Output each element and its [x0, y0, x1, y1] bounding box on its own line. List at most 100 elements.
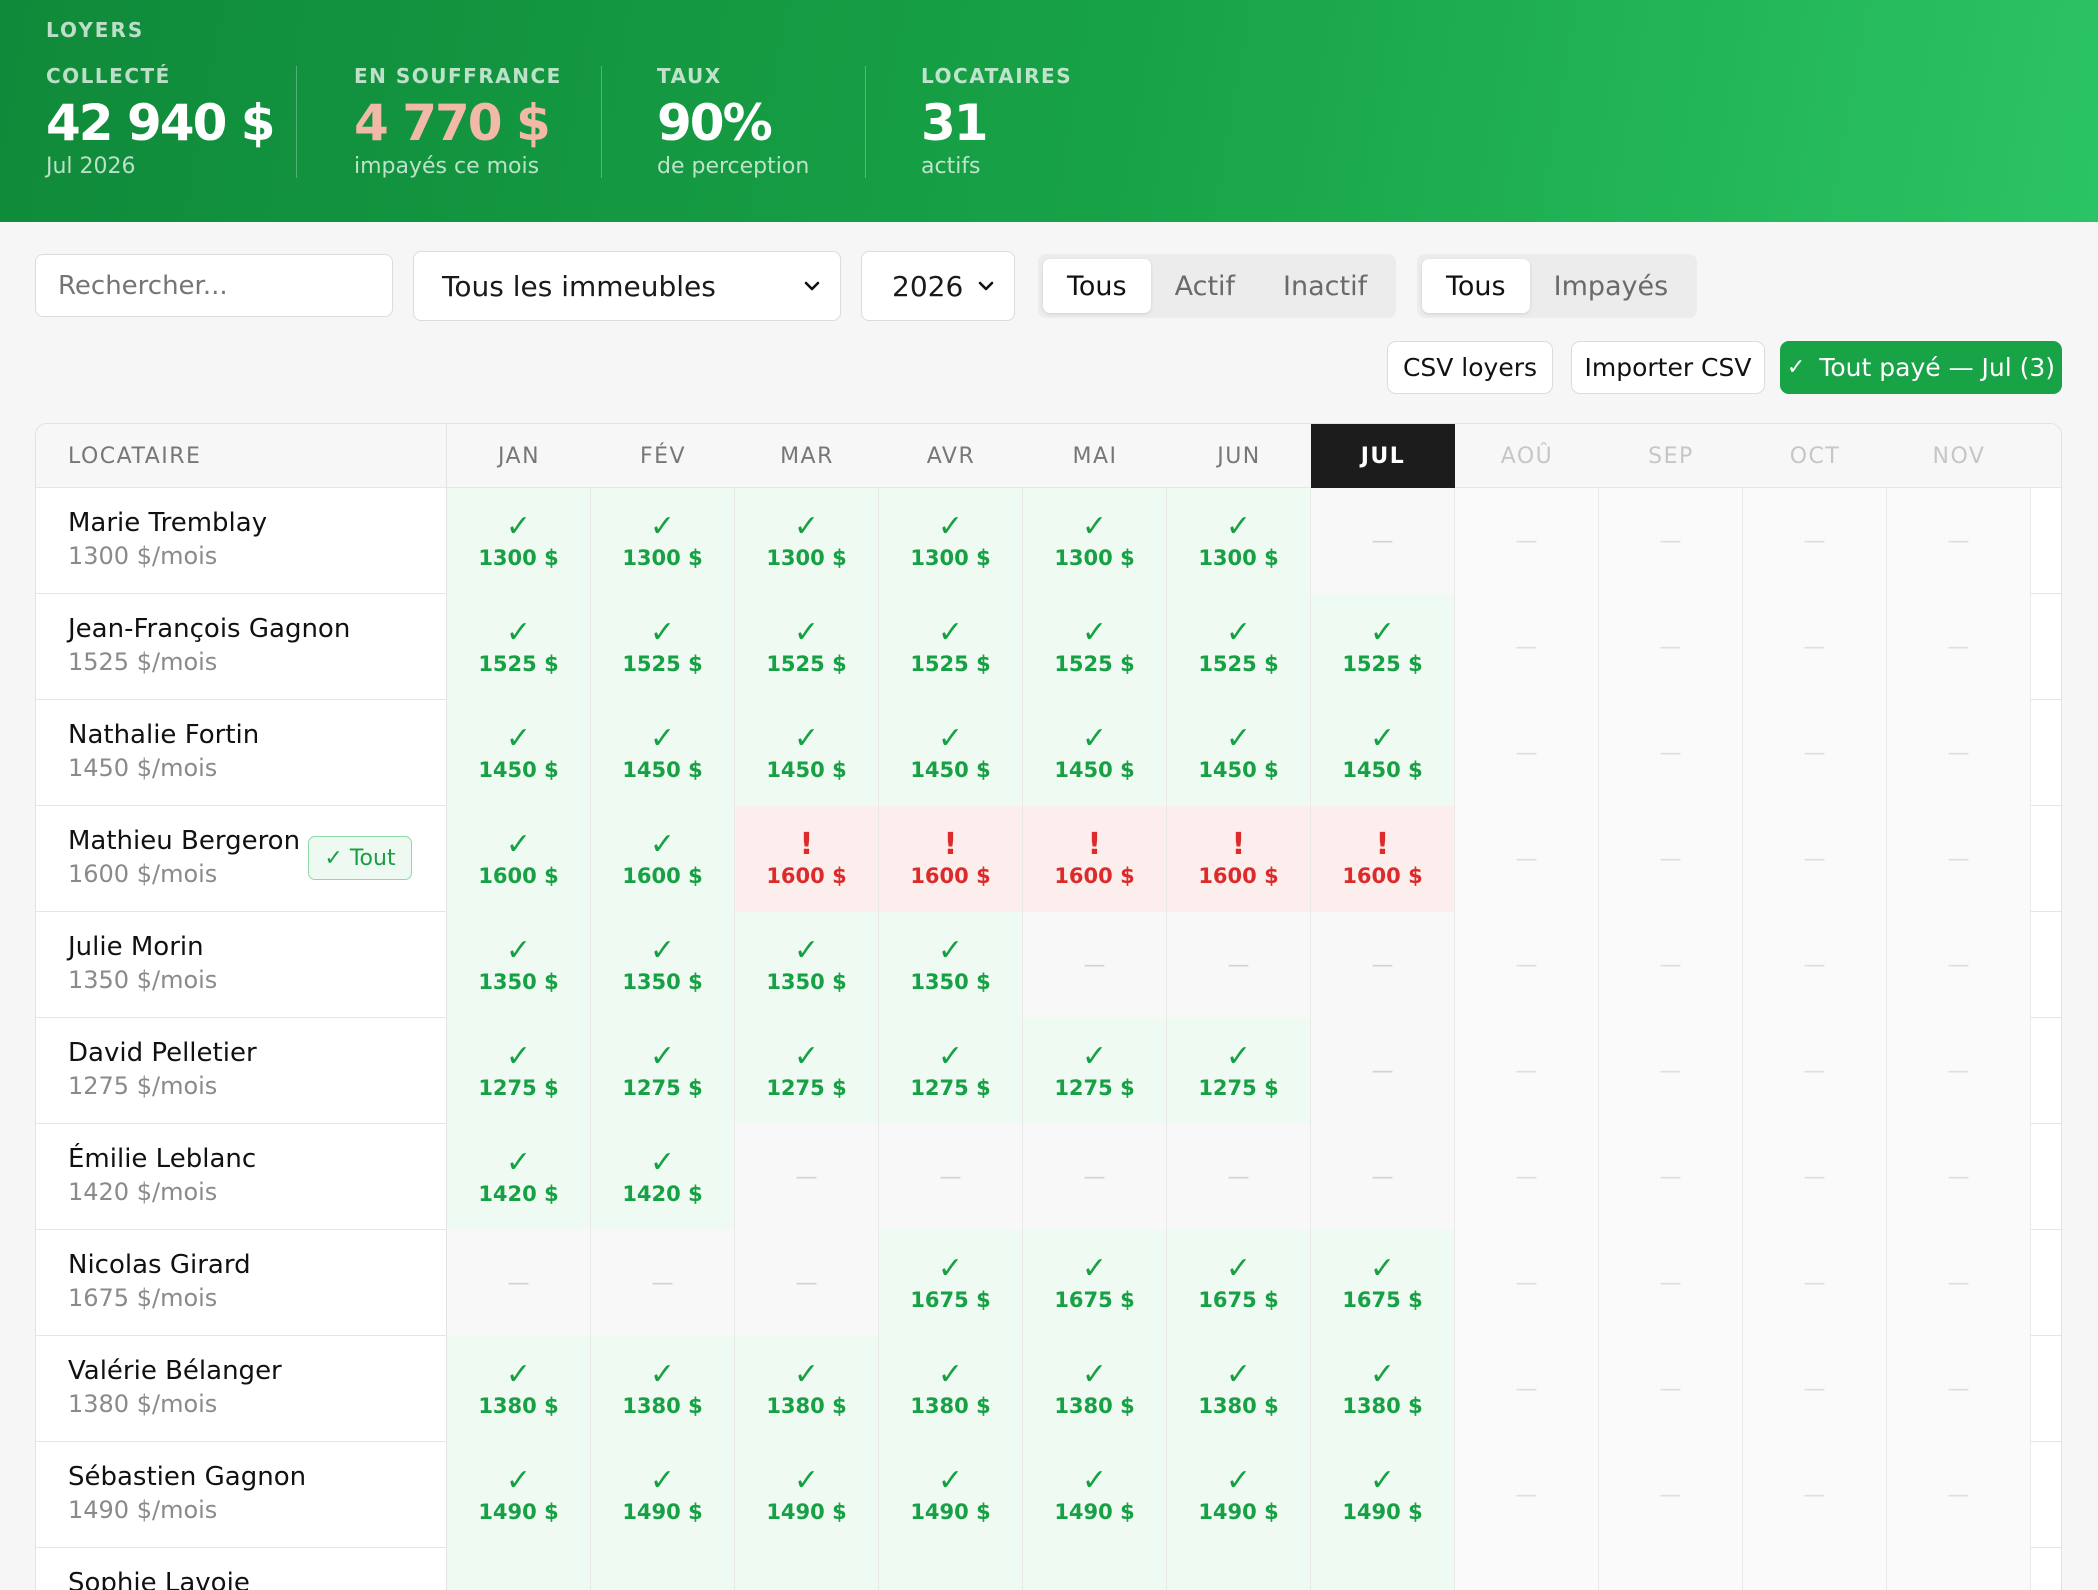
payment-cell-future[interactable]: — [1743, 1442, 1887, 1548]
payment-cell-future[interactable]: — [1887, 594, 2031, 700]
payment-cell-paid[interactable]: ✓ [879, 1548, 1023, 1590]
payment-cell-paid[interactable]: ✓ 1275 $ [879, 1018, 1023, 1124]
payment-cell-paid[interactable]: ✓ 1525 $ [591, 594, 735, 700]
payment-cell-future[interactable]: — [1455, 1548, 1599, 1590]
payment-cell-paid[interactable]: ✓ 1275 $ [591, 1018, 735, 1124]
payment-cell-empty[interactable]: — [1311, 488, 1455, 594]
payment-cell-future[interactable]: — [1599, 1442, 1743, 1548]
tenant-cell[interactable]: Jean-François Gagnon 1525 $/mois [36, 594, 447, 700]
payment-cell-paid[interactable]: ✓ 1380 $ [1167, 1336, 1311, 1442]
payment-cell-paid[interactable]: ✓ [735, 1548, 879, 1590]
payment-cell-future[interactable]: — [1599, 912, 1743, 1018]
payment-cell-paid[interactable]: ✓ 1525 $ [879, 594, 1023, 700]
payment-cell-empty[interactable]: — [591, 1230, 735, 1336]
payment-cell-paid[interactable]: ✓ 1525 $ [1311, 594, 1455, 700]
payment-cell-empty[interactable]: — [1311, 1124, 1455, 1230]
payment-cell-future[interactable]: — [1887, 912, 2031, 1018]
payment-cell-future[interactable]: — [1599, 594, 1743, 700]
payment-cell-paid[interactable]: ✓ 1350 $ [735, 912, 879, 1018]
payment-cell-future[interactable]: — [1455, 1336, 1599, 1442]
payment-cell-paid[interactable]: ✓ 1380 $ [879, 1336, 1023, 1442]
payment-cell-paid[interactable]: ✓ 1380 $ [735, 1336, 879, 1442]
payment-cell-future[interactable]: — [1455, 488, 1599, 594]
payment-cell-future[interactable]: — [1887, 1018, 2031, 1124]
payment-cell-future[interactable]: — [1743, 806, 1887, 912]
tenant-cell[interactable]: Marie Tremblay 1300 $/mois [36, 488, 447, 594]
payment-cell-paid[interactable]: ✓ 1350 $ [591, 912, 735, 1018]
tenant-cell[interactable]: Sophie Lavoie [36, 1548, 447, 1590]
payment-cell-paid[interactable]: ✓ [447, 1548, 591, 1590]
csv-export-button[interactable]: CSV loyers [1387, 341, 1553, 394]
tenant-cell[interactable]: Mathieu Bergeron 1600 $/mois ✓ Tout [36, 806, 447, 912]
payment-cell-paid[interactable]: ✓ 1420 $ [591, 1124, 735, 1230]
building-select[interactable]: Tous les immeubles [413, 251, 841, 321]
tenant-cell[interactable]: David Pelletier 1275 $/mois [36, 1018, 447, 1124]
payment-cell-paid[interactable]: ✓ 1600 $ [591, 806, 735, 912]
payment-cell-empty[interactable]: — [1167, 912, 1311, 1018]
payment-cell-future[interactable]: — [1599, 806, 1743, 912]
payment-cell-paid[interactable]: ✓ [591, 1548, 735, 1590]
payment-cell-future[interactable]: — [1455, 806, 1599, 912]
payment-cell-paid[interactable]: ✓ 1300 $ [879, 488, 1023, 594]
payment-cell-paid[interactable]: ✓ 1675 $ [1023, 1230, 1167, 1336]
payment-cell-future[interactable]: — [1887, 1442, 2031, 1548]
payment-cell-paid[interactable]: ✓ 1350 $ [447, 912, 591, 1018]
payment-cell-paid[interactable]: ✓ 1450 $ [879, 700, 1023, 806]
payment-cell-paid[interactable]: ✓ 1490 $ [879, 1442, 1023, 1548]
payment-cell-paid[interactable]: ✓ 1490 $ [447, 1442, 591, 1548]
payment-cell-future[interactable]: — [1455, 1230, 1599, 1336]
payment-cell-paid[interactable]: ✓ 1380 $ [1023, 1336, 1167, 1442]
payment-cell-paid[interactable]: ✓ 1675 $ [1311, 1230, 1455, 1336]
payment-cell-paid[interactable]: ✓ 1300 $ [735, 488, 879, 594]
tenant-cell[interactable]: Émilie Leblanc 1420 $/mois [36, 1124, 447, 1230]
tab-status-active[interactable]: Actif [1151, 259, 1259, 313]
payment-cell-paid[interactable]: ✓ 1675 $ [879, 1230, 1023, 1336]
payment-cell-future[interactable]: — [1887, 488, 2031, 594]
payment-cell-paid[interactable]: ✓ 1525 $ [1023, 594, 1167, 700]
payment-cell-empty[interactable]: — [1023, 1124, 1167, 1230]
payment-cell-paid[interactable]: ✓ 1300 $ [591, 488, 735, 594]
payment-cell-future[interactable]: — [1599, 1018, 1743, 1124]
payment-cell-paid[interactable]: ✓ 1490 $ [735, 1442, 879, 1548]
payment-cell-future[interactable]: — [1455, 700, 1599, 806]
payment-cell-paid[interactable]: ✓ 1490 $ [1311, 1442, 1455, 1548]
payment-cell-paid[interactable]: ✓ [1023, 1548, 1167, 1590]
payment-cell-future[interactable]: — [1743, 912, 1887, 1018]
payment-cell-future[interactable]: — [1743, 488, 1887, 594]
tenant-cell[interactable]: Julie Morin 1350 $/mois [36, 912, 447, 1018]
payment-cell-future[interactable]: — [1887, 1230, 2031, 1336]
payment-cell-unpaid[interactable]: ! 1600 $ [1311, 806, 1455, 912]
payment-cell-future[interactable]: — [1743, 700, 1887, 806]
payment-cell-paid[interactable]: ✓ [1311, 1548, 1455, 1590]
search-input[interactable] [35, 254, 393, 317]
payment-cell-future[interactable]: — [1743, 1230, 1887, 1336]
tab-payment-all[interactable]: Tous [1422, 259, 1530, 313]
tab-payment-unpaid[interactable]: Impayés [1530, 259, 1693, 313]
payment-cell-paid[interactable]: ✓ 1380 $ [447, 1336, 591, 1442]
payment-cell-paid[interactable]: ✓ 1450 $ [447, 700, 591, 806]
payment-cell-future[interactable]: — [1887, 806, 2031, 912]
mark-row-paid-button[interactable]: ✓ Tout [308, 836, 412, 880]
payment-cell-empty[interactable]: — [1167, 1124, 1311, 1230]
tenant-cell[interactable]: Valérie Bélanger 1380 $/mois [36, 1336, 447, 1442]
payment-cell-paid[interactable]: ✓ 1300 $ [447, 488, 591, 594]
tenant-cell[interactable]: Sébastien Gagnon 1490 $/mois [36, 1442, 447, 1548]
payment-cell-paid[interactable]: ✓ 1450 $ [1311, 700, 1455, 806]
payment-cell-paid[interactable]: ✓ 1490 $ [591, 1442, 735, 1548]
payment-cell-paid[interactable]: ✓ 1275 $ [447, 1018, 591, 1124]
payment-cell-future[interactable]: — [1887, 1124, 2031, 1230]
payment-cell-paid[interactable]: ✓ 1300 $ [1167, 488, 1311, 594]
payment-cell-future[interactable]: — [1887, 1548, 2031, 1590]
payment-cell-paid[interactable]: ✓ 1525 $ [447, 594, 591, 700]
tab-status-inactive[interactable]: Inactif [1259, 259, 1391, 313]
payment-cell-future[interactable]: — [1455, 1442, 1599, 1548]
payment-cell-empty[interactable]: — [1311, 912, 1455, 1018]
payment-cell-unpaid[interactable]: ! 1600 $ [879, 806, 1023, 912]
payment-cell-paid[interactable]: ✓ 1450 $ [591, 700, 735, 806]
payment-cell-paid[interactable]: ✓ 1490 $ [1023, 1442, 1167, 1548]
payment-cell-paid[interactable]: ✓ 1300 $ [1023, 488, 1167, 594]
payment-cell-future[interactable]: — [1887, 700, 2031, 806]
payment-cell-paid[interactable]: ✓ 1450 $ [1023, 700, 1167, 806]
payment-cell-future[interactable]: — [1455, 594, 1599, 700]
payment-cell-paid[interactable]: ✓ 1525 $ [735, 594, 879, 700]
